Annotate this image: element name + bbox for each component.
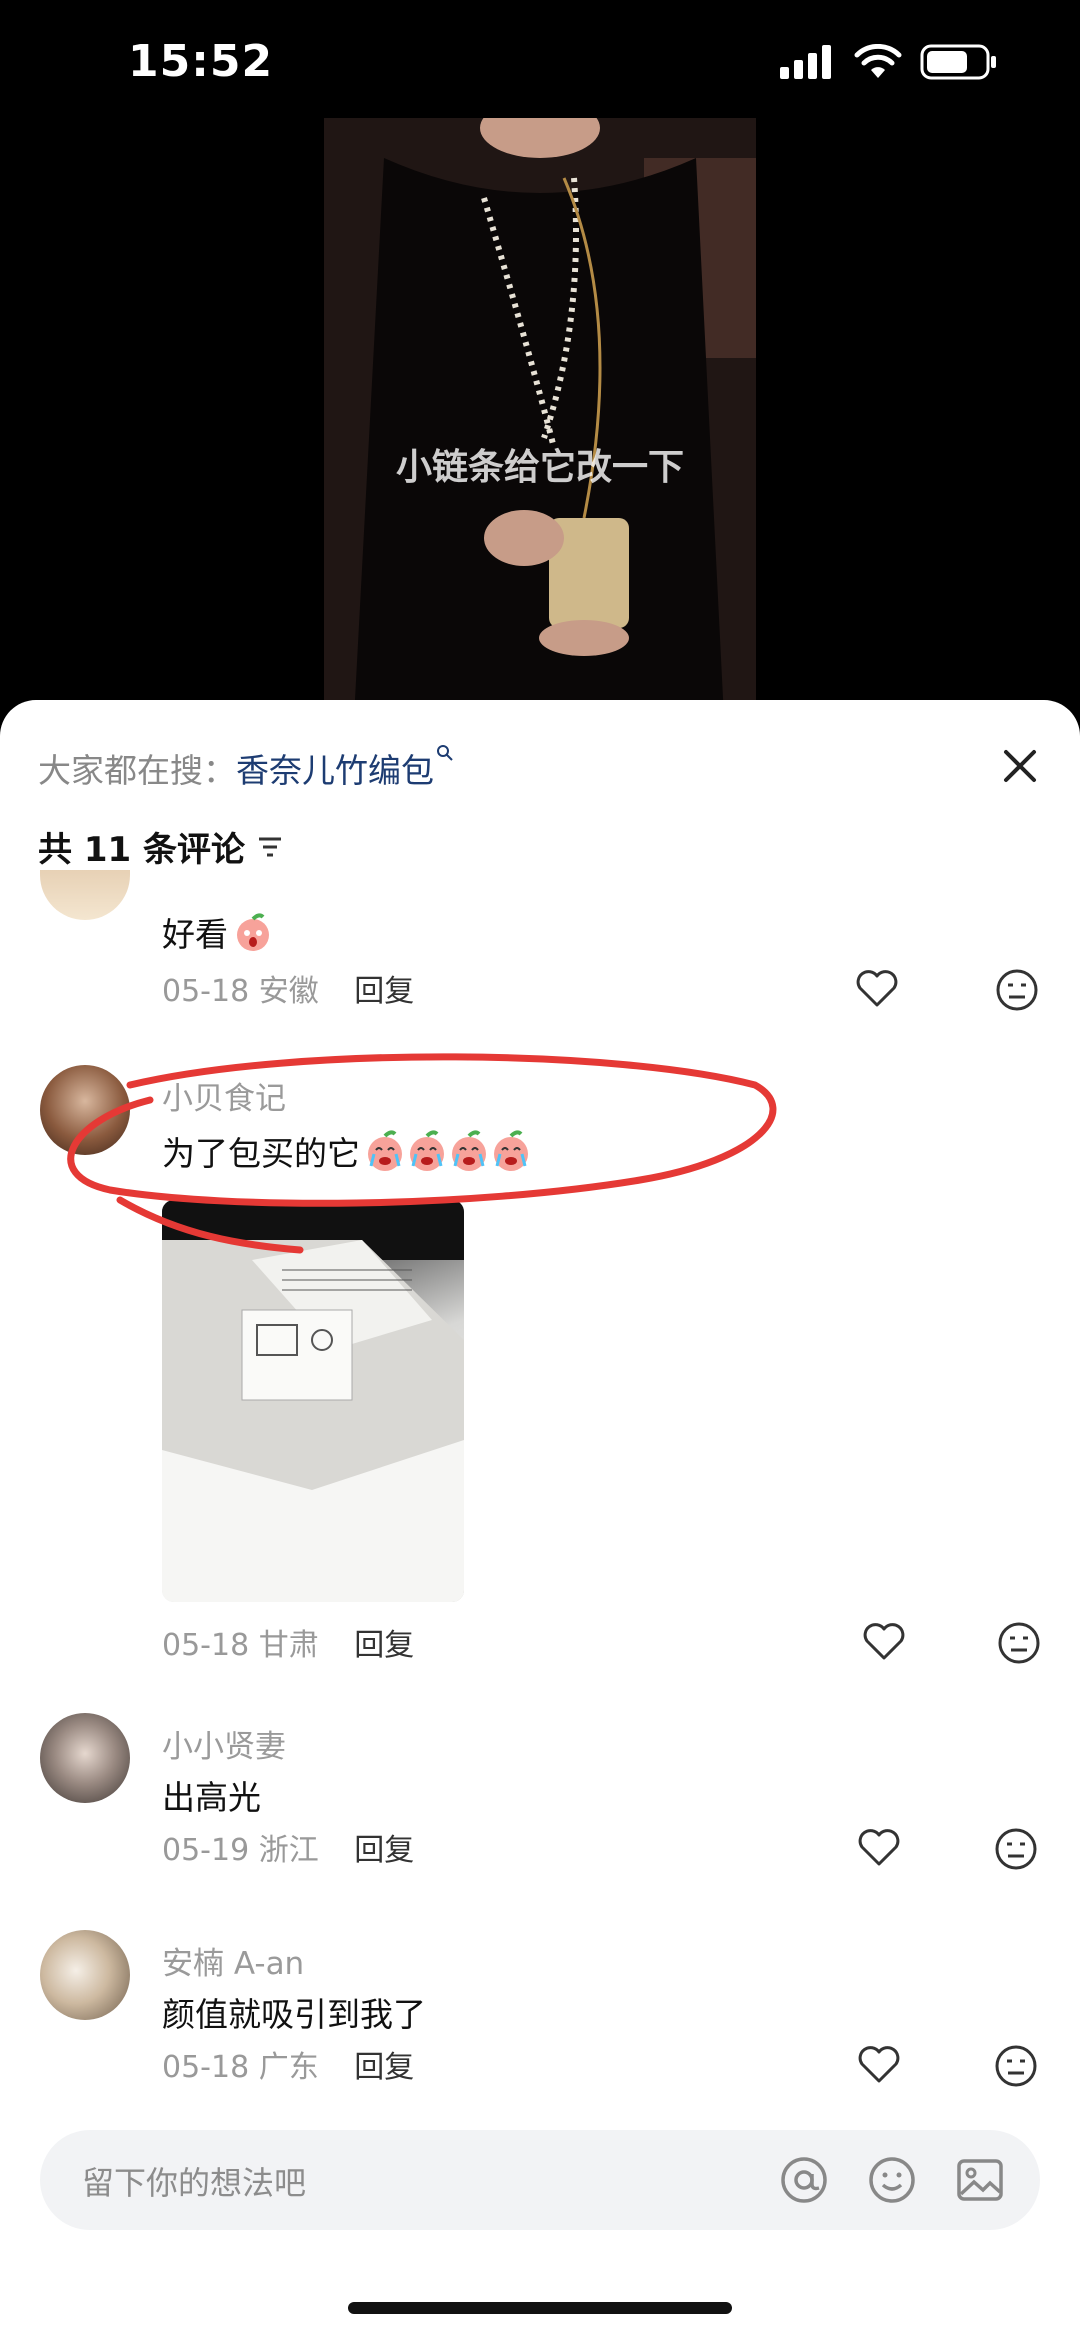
- home-indicator: [348, 2302, 732, 2314]
- peach-crying-emoji-icon: [237, 913, 269, 951]
- avatar[interactable]: [40, 1065, 130, 1155]
- video-player[interactable]: 小链条给它改一下: [324, 118, 756, 718]
- comment-text-row: 颜值就吸引到我了: [162, 1988, 426, 2036]
- comment-text: 颜值就吸引到我了: [162, 1995, 426, 2034]
- image-icon[interactable]: [954, 2154, 1006, 2206]
- comment-location: 浙江: [258, 1833, 319, 1868]
- video-caption: 小链条给它改一下: [395, 447, 684, 488]
- comment-meta: 05-18 安徽 回复: [162, 966, 414, 1010]
- video-frame-illustration: [324, 118, 756, 718]
- emoji-reaction-icon[interactable]: [993, 966, 1041, 1014]
- comment-input-placeholder[interactable]: 留下你的想法吧: [82, 2158, 306, 2204]
- box-photo-illustration: [162, 1200, 464, 1602]
- avatar[interactable]: [40, 870, 130, 920]
- comment-date: 05-18: [162, 974, 250, 1009]
- emoji-reaction-icon[interactable]: [995, 1619, 1043, 1667]
- close-icon[interactable]: [990, 736, 1050, 796]
- comment-item: 小小贤妻 出高光 05-19 浙江 回复: [0, 1713, 1080, 1883]
- comment-location: 甘肃: [258, 1628, 319, 1663]
- comment-input-bar[interactable]: 留下你的想法吧: [40, 2130, 1040, 2230]
- comment-text: 好看: [162, 915, 228, 954]
- search-keyword[interactable]: 香奈儿竹编包: [236, 751, 434, 790]
- smiley-icon[interactable]: [866, 2154, 918, 2206]
- comment-meta: 05-18 广东 回复: [162, 2042, 414, 2086]
- comment-item: 安楠 A-an 颜值就吸引到我了 05-18 广东 回复: [0, 1930, 1080, 2100]
- emoji-reaction-icon[interactable]: [992, 1825, 1040, 1873]
- search-prefix: 大家都在搜：: [38, 751, 236, 790]
- filter-icon[interactable]: [255, 833, 285, 861]
- comment-username[interactable]: 安楠 A-an: [162, 1938, 304, 1983]
- input-icons: [778, 2154, 1006, 2206]
- comment-text: 为了包买的它: [162, 1134, 360, 1173]
- status-bar: 15:52: [0, 0, 1080, 120]
- comment-count: 共 11 条评论: [38, 822, 285, 871]
- comment-item: 小贝食记 为了包买的它 05-18 甘肃 回复: [0, 1065, 1080, 1665]
- comment-text-row: 为了包买的它: [162, 1127, 534, 1175]
- avatar[interactable]: [40, 1713, 130, 1803]
- wifi-icon: [854, 44, 902, 78]
- comment-meta: 05-18 甘肃 回复: [162, 1620, 414, 1664]
- comment-date: 05-18: [162, 1628, 250, 1663]
- comment-username[interactable]: 小小贤妻: [162, 1721, 286, 1766]
- comment-meta: 05-19 浙江 回复: [162, 1825, 414, 1869]
- reply-button[interactable]: 回复: [354, 974, 414, 1009]
- reply-button[interactable]: 回复: [354, 2050, 414, 2085]
- comment-count-label: 共 11 条评论: [38, 830, 245, 870]
- search-suggestion[interactable]: 大家都在搜：香奈儿竹编包: [38, 744, 454, 792]
- emoji-reaction-icon[interactable]: [992, 2042, 1040, 2090]
- heart-icon[interactable]: [860, 1617, 908, 1665]
- comment-date: 05-19: [162, 1833, 250, 1868]
- heart-icon[interactable]: [853, 964, 901, 1012]
- battery-icon: [920, 44, 996, 80]
- comment-text-row: 好看: [162, 908, 274, 956]
- status-time: 15:52: [128, 36, 274, 87]
- peach-crying-emoji-icon: [368, 1130, 528, 1171]
- comment-location: 广东: [258, 2050, 319, 2085]
- status-icons: [780, 44, 998, 80]
- comment-username[interactable]: 小贝食记: [162, 1073, 286, 1118]
- avatar[interactable]: [40, 1930, 130, 2020]
- search-icon: [437, 745, 453, 761]
- comment-date: 05-18: [162, 2050, 250, 2085]
- heart-icon[interactable]: [855, 1823, 903, 1871]
- comment-item: 好看 05-18 安徽 回复: [0, 870, 1080, 1030]
- comment-text-row: 出高光: [162, 1771, 261, 1819]
- signal-icon: [780, 45, 831, 79]
- reply-button[interactable]: 回复: [354, 1628, 414, 1663]
- comment-text: 出高光: [162, 1778, 261, 1817]
- heart-icon[interactable]: [855, 2040, 903, 2088]
- comment-image[interactable]: [162, 1200, 464, 1602]
- at-icon[interactable]: [778, 2154, 830, 2206]
- comment-location: 安徽: [258, 974, 319, 1009]
- reply-button[interactable]: 回复: [354, 1833, 414, 1868]
